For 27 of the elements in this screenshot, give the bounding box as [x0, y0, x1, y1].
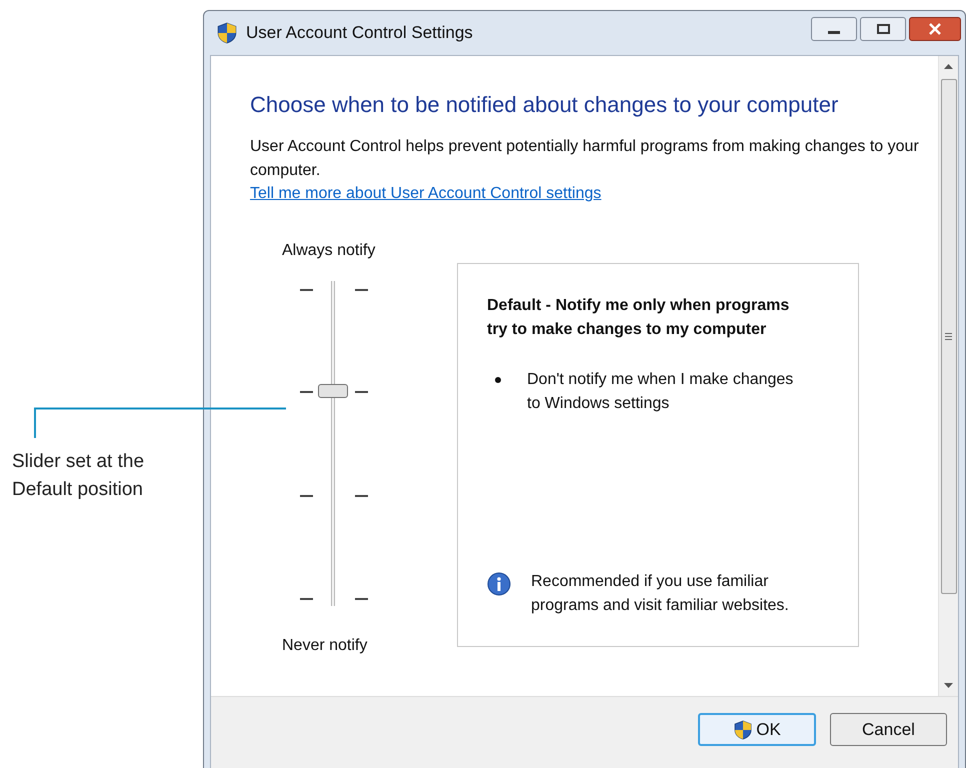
shield-icon — [216, 22, 238, 44]
annotation-text: Slider set at the Default position — [12, 450, 146, 502]
minimize-button[interactable] — [811, 17, 857, 41]
recommendation-text: Recommended if you use familiar programs and visit familiar websites. — [531, 572, 790, 616]
page-heading: Choose when to be notified about changes to your computer — [250, 91, 840, 119]
info-title: Default - Notify me only when programs try to make changes to my computer — [487, 296, 790, 340]
scrollbar[interactable] — [938, 56, 958, 696]
slider-thumb[interactable] — [318, 384, 348, 398]
bullet-text: Don't notify me when I make changes to Windows settings — [527, 370, 794, 414]
scrollbar-thumb[interactable] — [940, 79, 956, 594]
maximize-button[interactable] — [860, 17, 906, 41]
scroll-down-icon — [944, 683, 953, 688]
bullet-icon — [495, 377, 501, 383]
minimize-icon — [828, 30, 840, 34]
cancel-button[interactable]: Cancel — [830, 713, 947, 746]
close-button[interactable] — [909, 17, 961, 41]
window-title: User Account Control Settings — [246, 22, 474, 44]
scroll-up-icon — [944, 64, 953, 69]
ok-button[interactable]: OK — [698, 713, 816, 746]
slider-top-label: Always notify — [282, 241, 376, 261]
description-text: User Account Control helps prevent potentially harmful programs from making changes to your computer. — [250, 137, 920, 181]
shield-icon — [733, 720, 754, 740]
help-link[interactable]: Tell me more about User Account Control settings — [250, 183, 602, 205]
maximize-icon — [876, 24, 890, 34]
close-icon — [929, 23, 941, 35]
info-icon — [487, 572, 511, 596]
slider-bottom-label: Never notify — [282, 636, 368, 656]
